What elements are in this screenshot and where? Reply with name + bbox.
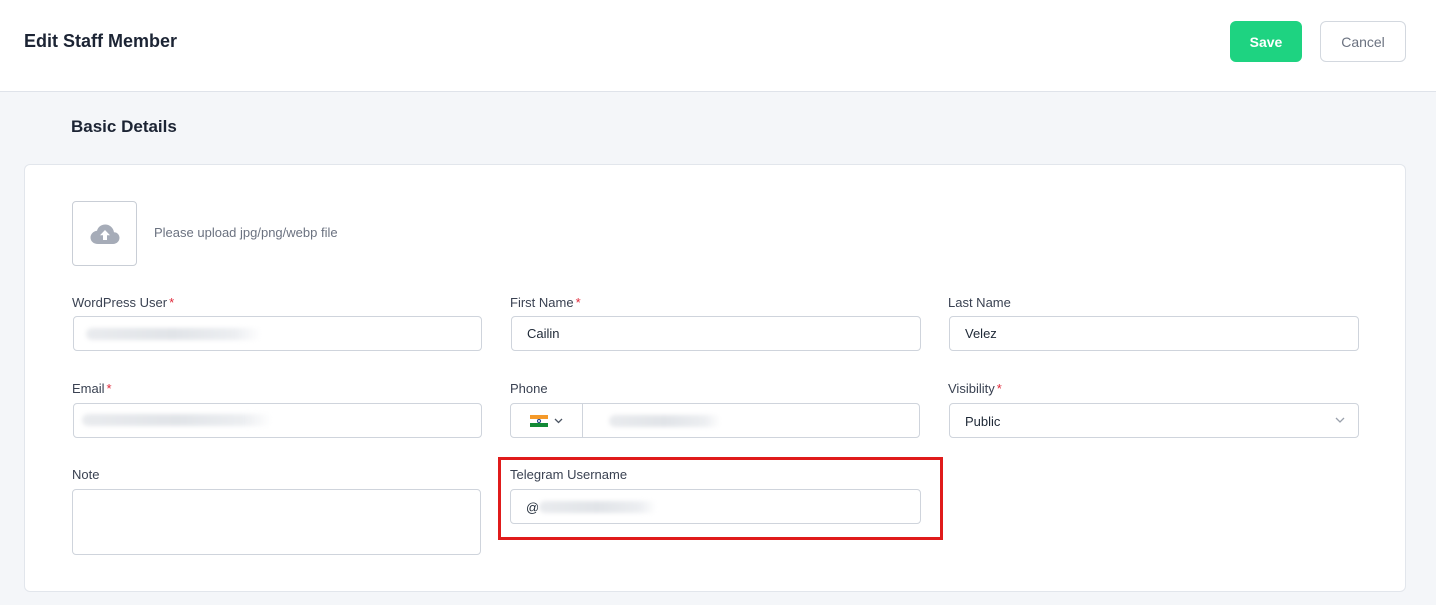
telegram-prefix: @ (526, 500, 540, 515)
cloud-upload-icon (90, 224, 119, 244)
wordpress-user-label: WordPress User * (72, 295, 175, 310)
last-name-label: Last Name (948, 295, 1011, 310)
email-label: Email * (72, 381, 112, 396)
redacted-value (82, 414, 272, 426)
upload-hint: Please upload jpg/png/webp file (154, 225, 338, 240)
phone-field (510, 403, 920, 438)
save-button[interactable]: Save (1230, 21, 1302, 62)
country-code-dropdown[interactable] (511, 404, 583, 437)
page-title: Edit Staff Member (24, 31, 178, 51)
redacted-value (609, 415, 721, 427)
first-name-label: First Name * (510, 295, 581, 310)
first-name-input[interactable] (511, 316, 921, 351)
chevron-down-icon (554, 418, 563, 423)
last-name-input[interactable] (949, 316, 1359, 351)
note-textarea[interactable] (72, 489, 481, 555)
phone-label: Phone (510, 381, 548, 396)
visibility-label: Visibility * (948, 381, 1002, 396)
section-title: Basic Details (71, 117, 177, 136)
telegram-username-input[interactable]: @ (510, 489, 921, 524)
chevron-down-icon (1335, 417, 1345, 423)
redacted-value (86, 328, 261, 340)
visibility-value: Public (965, 414, 1001, 429)
page-header: Edit Staff Member Save Cancel (0, 0, 1436, 92)
avatar-upload-button[interactable] (72, 201, 137, 266)
redacted-value (539, 501, 657, 513)
india-flag-icon (530, 414, 548, 427)
visibility-select[interactable]: Public (949, 403, 1359, 438)
note-label: Note (72, 467, 100, 482)
telegram-username-label: Telegram Username (510, 467, 628, 482)
cancel-button[interactable]: Cancel (1320, 21, 1406, 62)
